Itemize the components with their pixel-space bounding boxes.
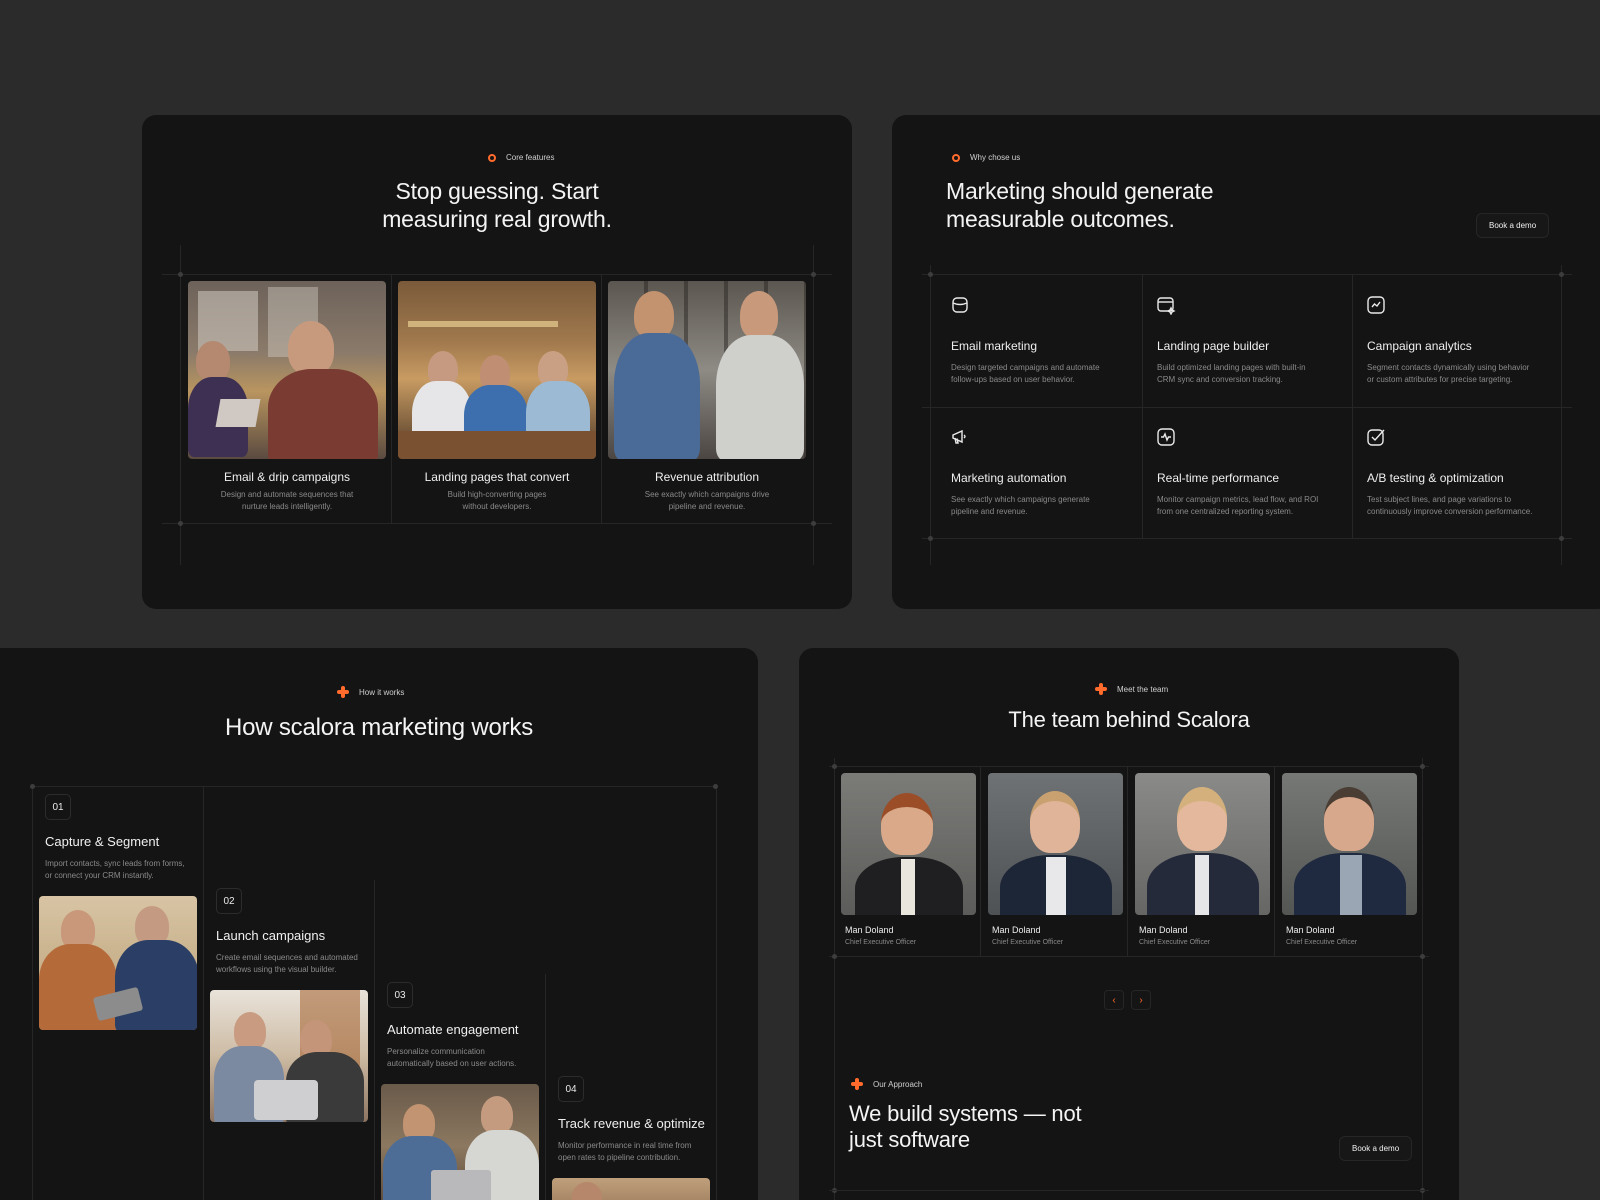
cell-desc: Segment contacts dynamically using behav… xyxy=(1367,363,1530,384)
cell-title: Email marketing xyxy=(951,339,1038,353)
section-heading: How scalora marketing works xyxy=(224,714,534,741)
heading-line: We build systems — not xyxy=(849,1101,1082,1126)
section-tag-label: Core features xyxy=(506,153,555,162)
laptop-duo-photo xyxy=(210,990,368,1122)
team-panel: Meet the team The team behind Scalora Ma… xyxy=(799,648,1459,1200)
feature-card-title: Landing pages that convert xyxy=(424,470,570,484)
cell-title: Campaign analytics xyxy=(1367,339,1472,353)
cell-title: Landing page builder xyxy=(1157,339,1270,353)
sparkle-icon xyxy=(337,686,349,698)
step-desc: Import contacts, sync leads from forms, o… xyxy=(45,859,185,880)
heading-line: Stop guessing. Start xyxy=(395,178,599,204)
step-number: 04 xyxy=(558,1076,584,1102)
chart-line-icon xyxy=(1366,295,1386,315)
member-portrait xyxy=(1282,773,1417,915)
step-number: 03 xyxy=(387,982,413,1008)
next-button[interactable]: › xyxy=(1131,990,1151,1010)
colleagues-photo xyxy=(608,281,806,459)
member-name: Man Doland xyxy=(992,925,1041,935)
database-icon xyxy=(950,295,970,315)
section-heading: The team behind Scalora xyxy=(1008,707,1250,732)
cell-desc: Build optimized landing pages with built… xyxy=(1157,363,1306,384)
section-tag: Meet the team xyxy=(1095,683,1168,695)
cell-title: A/B testing & optimization xyxy=(1367,471,1504,485)
how-it-works-panel: How it works How scalora marketing works… xyxy=(0,648,758,1200)
cell-title: Real-time performance xyxy=(1157,471,1280,485)
member-role: Chief Executive Officer xyxy=(1139,939,1211,946)
team-table-photo xyxy=(398,281,596,459)
member-portrait xyxy=(1135,773,1270,915)
ring-icon xyxy=(488,153,496,162)
cell-desc: Test subject lines, and page variations … xyxy=(1367,495,1533,516)
member-name: Man Doland xyxy=(845,925,894,935)
step-desc: Personalize communication automatically b… xyxy=(387,1047,517,1068)
cell-desc: Design targeted campaigns and automate fo… xyxy=(951,363,1100,384)
member-name: Man Doland xyxy=(1286,925,1335,935)
step-title: Track revenue & optimize xyxy=(558,1116,705,1131)
feature-card-desc: Build high-converting pages without devel… xyxy=(447,490,547,511)
section-tag-label: Our Approach xyxy=(873,1079,923,1089)
member-name: Man Doland xyxy=(1139,925,1188,935)
feature-card-title: Revenue attribution xyxy=(654,470,760,484)
why-choose-us-panel: Why chose us Marketing should generate m… xyxy=(892,115,1600,609)
cell-title: Marketing automation xyxy=(951,471,1067,485)
member-role: Chief Executive Officer xyxy=(845,939,917,946)
heading-line: Marketing should generate xyxy=(946,178,1214,204)
core-features-panel: Core features Stop guessing. Start measu… xyxy=(142,115,852,609)
member-portrait xyxy=(988,773,1123,915)
meeting-photo xyxy=(188,281,386,459)
sparkle-icon xyxy=(851,1078,863,1090)
step-desc: Create email sequences and automated work… xyxy=(216,953,358,974)
heading-line: just software xyxy=(849,1127,970,1152)
ring-icon xyxy=(952,153,960,162)
section-tag: Why chose us xyxy=(952,153,1020,162)
tablet-meeting-photo xyxy=(39,896,197,1030)
step-title: Capture & Segment xyxy=(45,834,160,849)
section-tag-label: Why chose us xyxy=(970,153,1021,162)
heading-line: measurable outcomes. xyxy=(946,206,1175,232)
cell-desc: See exactly which campaigns generate pipe… xyxy=(951,495,1090,516)
section-tag-label: Meet the team xyxy=(1117,684,1169,694)
prev-button[interactable]: ‹ xyxy=(1104,990,1124,1010)
step-number: 01 xyxy=(45,794,71,820)
sparkle-icon xyxy=(1095,683,1107,695)
step-title: Automate engagement xyxy=(387,1022,519,1037)
section-tag: Our Approach xyxy=(851,1078,922,1090)
step-desc: Monitor performance in real time from ope… xyxy=(558,1141,692,1162)
workspace-photo xyxy=(552,1178,710,1200)
step-number: 02 xyxy=(216,888,242,914)
megaphone-icon xyxy=(950,427,970,447)
office-discussion-photo xyxy=(381,1084,539,1200)
browser-sparkle-icon xyxy=(1156,295,1176,316)
section-heading: Marketing should generate measurable out… xyxy=(946,177,1346,233)
member-portrait xyxy=(841,773,976,915)
section-tag-label: How it works xyxy=(359,687,405,697)
member-role: Chief Executive Officer xyxy=(992,939,1064,946)
section-tag: How it works xyxy=(337,686,404,698)
feature-card-title: Email & drip campaigns xyxy=(223,470,351,484)
feature-card-desc: See exactly which campaigns drive pipelin… xyxy=(644,490,770,511)
member-role: Chief Executive Officer xyxy=(1286,939,1358,946)
book-demo-button[interactable]: Book a demo xyxy=(1476,213,1550,238)
approach-heading: We build systems — not just software xyxy=(849,1101,1149,1153)
feature-card-desc: Design and automate sequences that nurtur… xyxy=(220,490,354,511)
section-heading: Stop guessing. Start measuring real grow… xyxy=(142,177,852,233)
section-tag: Core features xyxy=(488,153,554,162)
checkbox-icon xyxy=(1366,427,1386,447)
book-demo-button[interactable]: Book a demo xyxy=(1339,1136,1413,1161)
heading-line: measuring real growth. xyxy=(382,206,612,232)
pulse-icon xyxy=(1156,427,1176,447)
step-title: Launch campaigns xyxy=(216,928,326,943)
cell-desc: Monitor campaign metrics, lead flow, and… xyxy=(1157,495,1319,516)
